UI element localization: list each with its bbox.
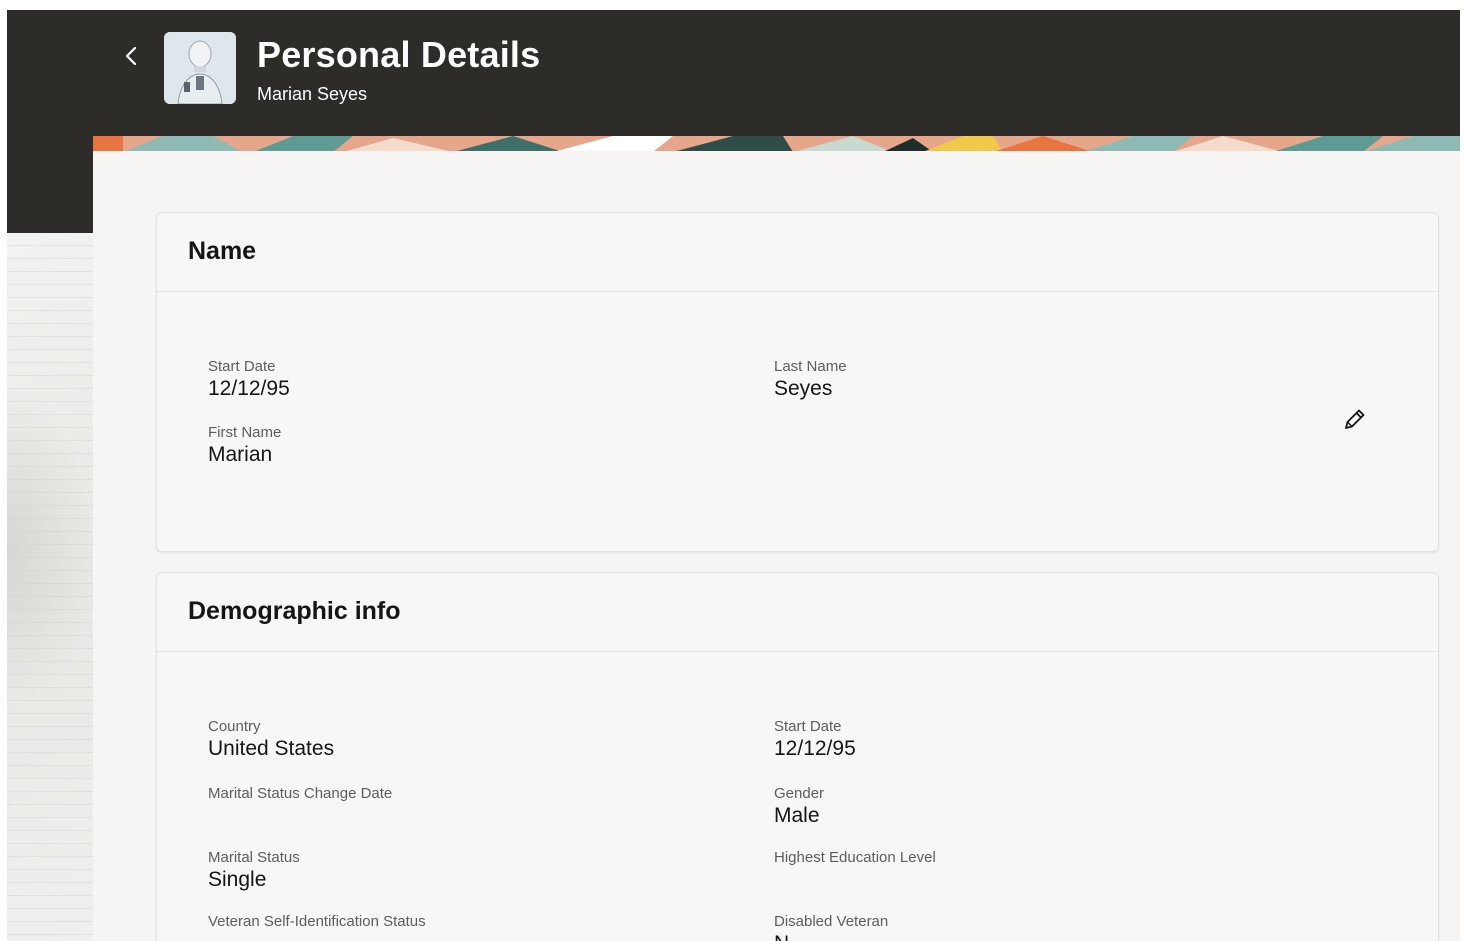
field-label: Start Date [208, 358, 276, 375]
first-name-field: First Name Marian [208, 424, 281, 468]
veteran-status-field: Veteran Self-Identification Status [208, 913, 426, 931]
last-name-field: Last Name Seyes [774, 358, 847, 402]
field-label: Gender [774, 785, 825, 802]
field-value: Marian [208, 443, 273, 466]
field-label: Highest Education Level [774, 849, 936, 866]
back-button[interactable] [117, 40, 145, 72]
person-photo-icon [164, 32, 236, 104]
avatar [164, 32, 236, 104]
demographic-card-title: Demographic info [188, 597, 401, 625]
disabled-veteran-field: Disabled Veteran N [774, 913, 888, 941]
field-value: Seyes [774, 377, 833, 400]
banner-pattern-icon [93, 136, 1460, 152]
page-title: Personal Details [257, 34, 541, 75]
field-label: Start Date [774, 718, 842, 735]
field-label: Disabled Veteran [774, 913, 889, 930]
field-label: Marital Status [208, 849, 300, 866]
content-panel: Name Start Date 12/12/95 First Name Mari… [93, 151, 1460, 941]
marital-status-change-date-field: Marital Status Change Date [208, 785, 392, 803]
name-card-title: Name [188, 237, 257, 265]
background-shape [7, 390, 97, 710]
page-subtitle: Marian Seyes [257, 84, 368, 104]
app-screen: Personal Details Marian Seyes Name Start… [7, 10, 1460, 941]
field-value: United States [208, 737, 335, 760]
field-value: Single [208, 868, 267, 891]
edit-name-button[interactable] [1337, 403, 1371, 437]
demographic-card: Demographic info Country United States M… [156, 572, 1439, 941]
demographic-start-date-field: Start Date 12/12/95 [774, 718, 856, 762]
field-value: 12/12/95 [774, 737, 856, 760]
field-label: First Name [208, 424, 282, 441]
marital-status-field: Marital Status Single [208, 849, 300, 893]
name-card-header: Name [157, 213, 1438, 292]
highest-education-field: Highest Education Level [774, 849, 936, 867]
decorative-banner [93, 136, 1460, 152]
pencil-icon [1345, 409, 1365, 429]
country-field: Country United States [208, 718, 334, 762]
field-label: Country [208, 718, 261, 735]
field-value: Male [774, 804, 820, 827]
name-start-date-field: Start Date 12/12/95 [208, 358, 290, 402]
name-card: Name Start Date 12/12/95 First Name Mari… [156, 212, 1439, 552]
field-label: Marital Status Change Date [208, 785, 393, 802]
field-label: Veteran Self-Identification Status [208, 913, 426, 930]
field-label: Last Name [774, 358, 847, 375]
field-value: 12/12/95 [208, 377, 290, 400]
gender-field: Gender Male [774, 785, 824, 829]
chevron-left-icon [125, 46, 137, 66]
demographic-card-header: Demographic info [157, 573, 1438, 652]
field-value: N [774, 931, 888, 941]
